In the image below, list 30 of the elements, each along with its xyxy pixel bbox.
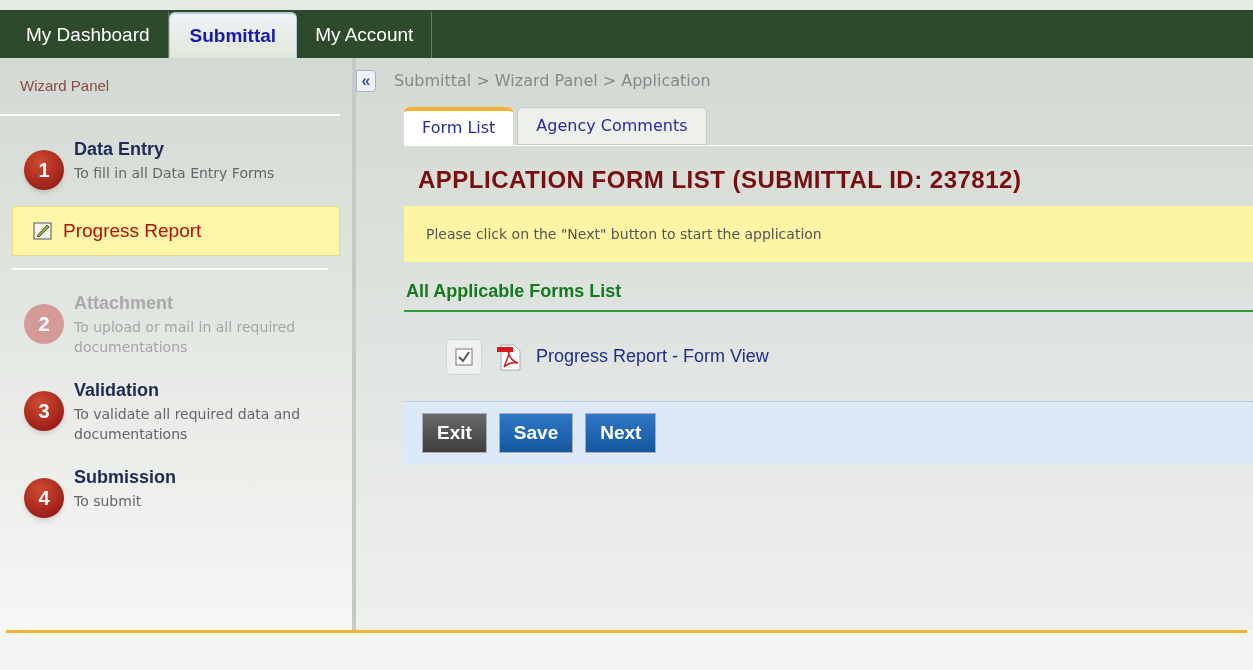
step-number: 2 <box>24 304 64 344</box>
step-title: Attachment <box>74 292 174 315</box>
step-title: Validation <box>74 379 161 402</box>
tab[interactable]: Form List <box>404 107 514 145</box>
collapse-button[interactable]: « <box>356 70 376 92</box>
step-number: 4 <box>24 478 64 518</box>
panel-title: Wizard Panel <box>20 75 110 96</box>
breadcrumb: Submittal > Wizard Panel > Application <box>394 70 711 92</box>
sidebar-item[interactable]: Progress Report <box>12 206 340 256</box>
nav-tab[interactable]: Submittal <box>168 12 298 58</box>
section-title: All Applicable Forms List <box>406 279 622 303</box>
action-button[interactable]: Next <box>585 413 657 453</box>
tab[interactable]: Agency Comments <box>517 107 707 145</box>
action-button[interactable]: Exit <box>422 413 487 453</box>
check-icon <box>455 347 473 366</box>
step-description: To validate all required data and documentations <box>74 405 302 444</box>
step-description: To submit <box>74 492 143 511</box>
step-number: 1 <box>24 150 64 190</box>
form-link[interactable]: Progress Report - Form View <box>536 343 769 370</box>
page-heading: APPLICATION FORM LIST (SUBMITTAL ID: 237812) <box>418 165 1023 195</box>
step-title: Submission <box>74 466 177 489</box>
checkbox[interactable] <box>446 338 482 375</box>
step-description: To upload or mail in all required documentations <box>74 318 297 357</box>
step-number: 3 <box>24 391 64 431</box>
action-button[interactable]: Save <box>498 413 574 453</box>
edit-icon <box>33 221 53 241</box>
step-title: Data Entry <box>74 138 166 161</box>
step-description: To fill in all Data Entry Forms <box>74 164 276 183</box>
notice-banner: Please click on the "Next" button to start the application <box>404 206 1253 262</box>
pdf-icon <box>496 342 522 371</box>
